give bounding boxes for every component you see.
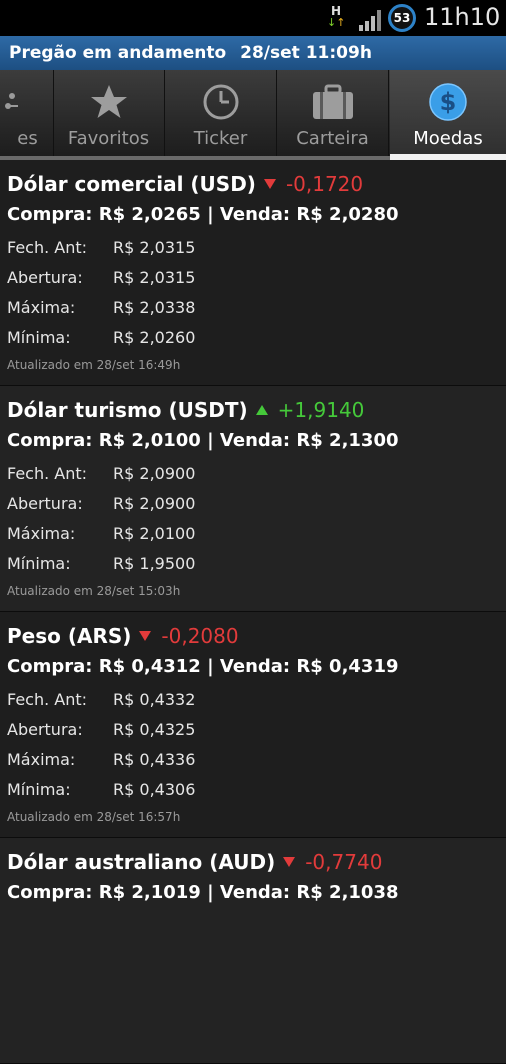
clock-icon (199, 80, 243, 124)
currency-name: Peso (ARS) (7, 624, 132, 648)
status-bar: H ↓↑ 53 11h10 (0, 0, 506, 36)
buy-sell-quote: Compra: R$ 2,0100 | Venda: R$ 2,1300 (7, 430, 399, 451)
detail-row: Máxima: R$ 2,0338 (7, 298, 195, 317)
market-datetime: 28/set 11:09h (240, 43, 372, 63)
currency-header: Dólar turismo (USDT) +1,9140 (7, 398, 364, 422)
dollar-coin-icon: $ (426, 80, 470, 124)
tab-ticker[interactable]: Ticker (165, 70, 277, 156)
detail-value: R$ 2,0900 (113, 494, 196, 513)
tab-label: Moedas (413, 128, 483, 149)
currency-change: -0,2080 (161, 624, 239, 648)
tab-label: Favoritos (67, 128, 150, 149)
detail-label: Mínima: (7, 328, 71, 347)
detail-value: R$ 2,0338 (113, 298, 196, 317)
tab-label: Ticker (193, 128, 248, 149)
currency-card-ars[interactable]: Peso (ARS) -0,2080 Compra: R$ 0,4312 | V… (0, 612, 506, 838)
currency-card-aud[interactable]: Dólar australiano (AUD) -0,7740 Compra: … (0, 838, 506, 1064)
detail-row: Mínima: R$ 0,4306 (7, 780, 195, 799)
detail-label: Fech. Ant: (7, 238, 88, 257)
detail-value: R$ 2,0315 (113, 268, 196, 287)
clock: 11h10 (424, 3, 501, 31)
detail-value: R$ 0,4306 (113, 780, 196, 799)
detail-row: Mínima: R$ 2,0260 (7, 328, 195, 347)
detail-value: R$ 1,9500 (113, 554, 196, 573)
buy-sell-quote: Compra: R$ 0,4312 | Venda: R$ 0,4319 (7, 656, 399, 677)
briefcase-icon (311, 80, 355, 124)
currency-header: Peso (ARS) -0,2080 (7, 624, 239, 648)
currency-change: -0,7740 (305, 850, 383, 874)
currency-card-usd[interactable]: Dólar comercial (USD) -0,1720 Compra: R$… (0, 160, 506, 386)
detail-value: R$ 0,4332 (113, 690, 196, 709)
signal-icon (359, 10, 381, 31)
tab-bar: es Favoritos Ticker Carteira $ Moedas (0, 70, 506, 160)
currency-header: Dólar comercial (USD) -0,1720 (7, 172, 363, 196)
currency-change: +1,9140 (277, 398, 365, 422)
detail-row: Abertura: R$ 2,0900 (7, 494, 195, 513)
svg-text:$: $ (440, 88, 457, 116)
currency-name: Dólar australiano (AUD) (7, 850, 276, 874)
down-arrow-icon (263, 179, 276, 189)
market-status-banner: Pregão em andamento 28/set 11:09h (0, 36, 506, 70)
currency-change: -0,1720 (285, 172, 364, 196)
detail-label: Abertura: (7, 720, 83, 739)
detail-label: Abertura: (7, 268, 83, 287)
detail-row: Fech. Ant: R$ 0,4332 (7, 690, 195, 709)
updated-timestamp: Atualizado em 28/set 15:03h (7, 584, 181, 598)
battery-level: 53 (393, 11, 411, 25)
detail-row: Abertura: R$ 0,4325 (7, 720, 195, 739)
data-activity-icon: H ↓↑ (327, 4, 346, 29)
detail-value: R$ 2,0900 (113, 464, 196, 483)
detail-row: Fech. Ant: R$ 2,0315 (7, 238, 195, 257)
up-arrow-icon (255, 405, 268, 415)
detail-row: Abertura: R$ 2,0315 (7, 268, 195, 287)
detail-label: Fech. Ant: (7, 690, 88, 709)
updated-timestamp: Atualizado em 28/set 16:49h (7, 358, 181, 372)
detail-label: Máxima: (7, 524, 76, 543)
detail-label: Máxima: (7, 750, 76, 769)
down-arrow-icon (283, 857, 296, 867)
currency-name: Dólar turismo (USDT) (7, 398, 248, 422)
tab-label: es (17, 128, 38, 149)
detail-label: Mínima: (7, 554, 71, 573)
detail-label: Mínima: (7, 780, 71, 799)
battery-icon: 53 (388, 4, 416, 32)
detail-value: R$ 0,4336 (113, 750, 196, 769)
detail-row: Máxima: R$ 0,4336 (7, 750, 195, 769)
detail-row: Mínima: R$ 1,9500 (7, 554, 195, 573)
detail-label: Abertura: (7, 494, 83, 513)
detail-row: Máxima: R$ 2,0100 (7, 524, 195, 543)
down-arrow-icon (139, 631, 152, 641)
detail-value: R$ 2,0100 (113, 524, 196, 543)
market-status: Pregão em andamento (9, 43, 227, 63)
tab-indices[interactable]: es (0, 70, 54, 156)
buy-sell-quote: Compra: R$ 2,0265 | Venda: R$ 2,0280 (7, 204, 399, 225)
currency-list: Dólar comercial (USD) -0,1720 Compra: R$… (0, 160, 506, 1064)
tab-label: Carteira (296, 128, 369, 149)
currency-card-usdt[interactable]: Dólar turismo (USDT) +1,9140 Compra: R$ … (0, 386, 506, 612)
scatter-icon (0, 80, 20, 124)
detail-value: R$ 2,0260 (113, 328, 196, 347)
currency-name: Dólar comercial (USD) (7, 172, 256, 196)
detail-value: R$ 2,0315 (113, 238, 196, 257)
detail-value: R$ 0,4325 (113, 720, 196, 739)
star-icon (87, 80, 131, 124)
tab-moedas[interactable]: $ Moedas (390, 70, 506, 156)
updated-timestamp: Atualizado em 28/set 16:57h (7, 810, 181, 824)
detail-label: Máxima: (7, 298, 76, 317)
tab-carteira[interactable]: Carteira (277, 70, 389, 156)
detail-row: Fech. Ant: R$ 2,0900 (7, 464, 195, 483)
currency-header: Dólar australiano (AUD) -0,7740 (7, 850, 382, 874)
tab-favoritos[interactable]: Favoritos (53, 70, 165, 156)
detail-label: Fech. Ant: (7, 464, 88, 483)
